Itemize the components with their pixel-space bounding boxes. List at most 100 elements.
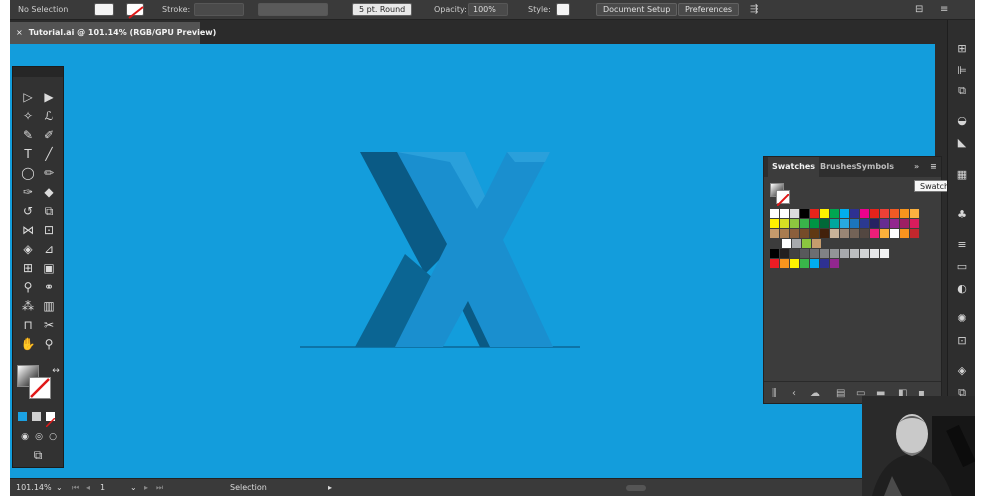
swatch[interactable] [802, 239, 811, 248]
swatch[interactable] [900, 209, 909, 218]
asset-export-panel-icon[interactable]: ⊡ [955, 334, 969, 348]
shaper-tool-icon[interactable]: ✑ [19, 184, 37, 200]
none-mode-button[interactable] [45, 412, 56, 428]
screen-mode-icon[interactable]: ⧉ [29, 447, 47, 463]
swatch[interactable] [790, 259, 799, 268]
swatch[interactable] [850, 209, 859, 218]
selection-tool-icon[interactable]: ▷ [19, 89, 37, 105]
stroke-color-box[interactable] [29, 377, 51, 399]
document-tab[interactable]: × Tutorial.ai @ 101.14% (RGB/GPU Preview) [10, 22, 216, 44]
stroke-swatch[interactable] [126, 3, 144, 19]
align-panel-icon[interactable]: ⊫ [955, 64, 969, 78]
previous-artboard-icon[interactable]: ◂ [86, 482, 90, 494]
swatch-libraries-icon[interactable]: ⫼ [772, 388, 777, 399]
curvature-tool-icon[interactable]: ✐ [40, 127, 58, 143]
stroke-panel-icon[interactable]: ≡ [955, 238, 969, 252]
swatch[interactable] [820, 249, 829, 258]
swatch[interactable] [800, 259, 809, 268]
paintbrush-tool-icon[interactable]: ✏ [40, 165, 58, 181]
eraser-tool-icon[interactable]: ◆ [40, 184, 58, 200]
swatch[interactable] [870, 249, 879, 258]
swatch[interactable] [790, 249, 799, 258]
rotate-tool-icon[interactable]: ↺ [19, 203, 37, 219]
column-graph-tool-icon[interactable]: ▥ [40, 298, 58, 314]
panel-menu-icon[interactable]: ≡ [930, 157, 937, 177]
opacity-field[interactable]: 100% [468, 3, 508, 16]
gradient-mode-button[interactable] [32, 412, 41, 421]
first-artboard-icon[interactable]: ⏮ [72, 482, 79, 494]
tools-panel-header[interactable] [13, 67, 63, 77]
swatch[interactable] [790, 229, 799, 238]
pathfinder-panel-icon[interactable]: ⧉ [955, 84, 969, 98]
swatch[interactable] [860, 249, 869, 258]
shape-builder-tool-icon[interactable]: ◈ [19, 241, 37, 257]
swatch[interactable] [890, 219, 899, 228]
symbol-sprayer-tool-icon[interactable]: ⁂ [19, 298, 37, 314]
lasso-tool-icon[interactable]: ℒ [40, 108, 58, 124]
swatch[interactable] [770, 259, 779, 268]
swap-fill-stroke-icon[interactable]: ↔ [47, 363, 65, 379]
layers-panel-icon[interactable]: ◈ [955, 364, 969, 378]
magic-wand-tool-icon[interactable]: ✧ [19, 108, 37, 124]
panel-stroke-box[interactable] [776, 190, 790, 207]
swatch[interactable] [812, 239, 821, 248]
swatch[interactable] [810, 249, 819, 258]
horizontal-scrollbar[interactable] [626, 485, 646, 491]
artboard-number[interactable]: 1 [100, 482, 105, 494]
swatch[interactable] [900, 229, 909, 238]
swatch[interactable] [890, 229, 899, 238]
swatch[interactable] [880, 219, 889, 228]
preferences-button[interactable]: Preferences [678, 3, 740, 16]
swatch[interactable] [810, 219, 819, 228]
draw-inside-icon[interactable]: ○ [44, 429, 62, 445]
swatch[interactable] [770, 249, 779, 258]
swatch[interactable] [820, 229, 829, 238]
color-mode-button[interactable] [18, 412, 27, 421]
swatch[interactable] [910, 229, 919, 238]
next-artboard-icon[interactable]: ▸ [144, 482, 148, 494]
swatch[interactable] [840, 219, 849, 228]
swatch[interactable] [800, 249, 809, 258]
arrange-icon[interactable]: ⇶ [750, 3, 758, 16]
blend-tool-icon[interactable]: ⚭ [40, 279, 58, 295]
transform-panel-icon[interactable]: ⊞ [955, 42, 969, 56]
zoom-dropdown-icon[interactable]: ⌄ [56, 482, 63, 494]
swatch[interactable] [880, 209, 889, 218]
swatch[interactable] [780, 209, 789, 218]
swatch[interactable] [770, 229, 779, 238]
pen-tool-icon[interactable]: ✎ [19, 127, 37, 143]
brushes-panel-icon[interactable]: ✺ [955, 312, 969, 326]
swatch[interactable] [880, 229, 889, 238]
swatch[interactable] [810, 229, 819, 238]
swatch[interactable] [830, 249, 839, 258]
swatch[interactable] [830, 209, 839, 218]
ellipse-tool-icon[interactable]: ◯ [19, 165, 37, 181]
type-tool-icon[interactable]: T [19, 146, 37, 162]
swatch[interactable] [860, 219, 869, 228]
hand-tool-icon[interactable]: ✋ [19, 336, 37, 352]
direct-selection-tool-icon[interactable]: ▶ [40, 89, 58, 105]
swatch[interactable] [910, 219, 919, 228]
swatch[interactable] [770, 219, 779, 228]
swatch[interactable] [810, 259, 819, 268]
swatch[interactable] [830, 219, 839, 228]
document-setup-button[interactable]: Document Setup [596, 3, 678, 16]
swatch[interactable] [870, 219, 879, 228]
swatch[interactable] [870, 229, 879, 238]
tab-symbols[interactable]: Symbols [856, 157, 894, 177]
cloud-icon[interactable]: ☁ [810, 388, 820, 399]
swatch[interactable] [800, 209, 809, 218]
tab-swatches[interactable]: Swatches [768, 157, 819, 177]
width-tool-icon[interactable]: ⋈ [19, 222, 37, 238]
swatch[interactable] [810, 209, 819, 218]
swatch[interactable] [820, 259, 829, 268]
align-icon[interactable]: ⊟ [915, 3, 923, 16]
swatch[interactable] [800, 229, 809, 238]
scale-tool-icon[interactable]: ⧉ [40, 203, 58, 219]
last-artboard-icon[interactable]: ⏭ [156, 482, 163, 494]
panel-menu-icon[interactable]: ≡ [940, 3, 948, 16]
swatch[interactable] [850, 229, 859, 238]
graphic-styles-panel-icon[interactable]: ◣ [955, 136, 969, 150]
tab-brushes[interactable]: Brushes [820, 157, 856, 177]
swatch[interactable] [880, 249, 889, 258]
